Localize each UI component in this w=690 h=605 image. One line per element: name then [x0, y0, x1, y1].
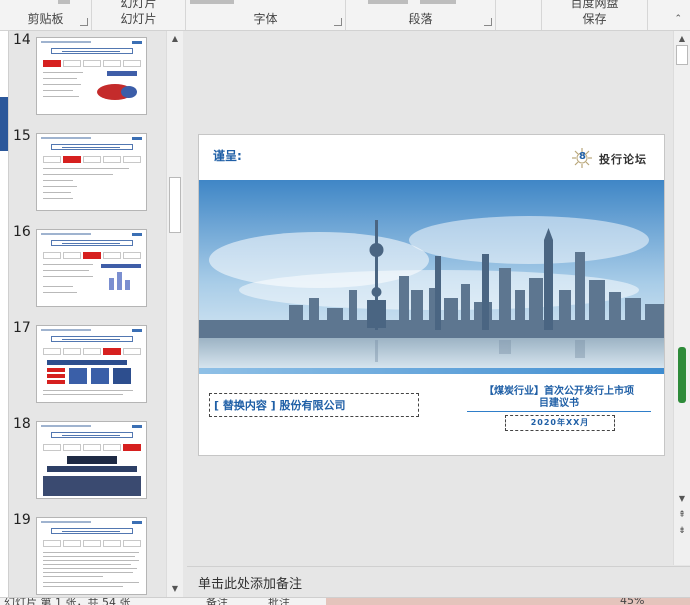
slide-thumbnail-14[interactable]: [36, 37, 147, 115]
banner-accent-stripe: [199, 368, 664, 374]
slide-editor[interactable]: 谨呈: 8 投行论坛 [替换内容] 股份有限公司 【煤炭行业】首次公开发行上…: [187, 31, 673, 565]
slide-thumbnail-15[interactable]: [36, 133, 147, 211]
thumbnail-scrollbar[interactable]: ▲ ▼: [166, 31, 183, 597]
scroll-down-icon[interactable]: ▼: [167, 581, 183, 597]
title-underline: [467, 411, 651, 412]
scroll-down-icon[interactable]: ▼: [674, 491, 690, 507]
city-skyline-image[interactable]: [199, 180, 665, 368]
dialog-launcher-icon[interactable]: [484, 18, 492, 26]
slide-number: 18: [13, 416, 31, 432]
accent-strip: [0, 97, 8, 151]
scrollbar-thumb[interactable]: [676, 45, 688, 65]
ribbon-group-label: 字体: [253, 12, 278, 26]
dialog-launcher-icon[interactable]: [334, 18, 342, 26]
company-name-textbox[interactable]: [ 替换内容 ] 股份有限公司: [209, 393, 419, 417]
brand-logo-text: 投行论坛: [599, 153, 647, 166]
slide-number: 19: [13, 512, 31, 528]
ribbon-group-spacer: [496, 0, 542, 30]
dialog-launcher-icon[interactable]: [80, 18, 88, 26]
slide-thumbnail-18[interactable]: [36, 421, 147, 499]
ribbon-group-labels: 剪贴板 幻灯片 幻灯片 字体 段落 百度网盘 保存 ⌃: [0, 0, 690, 31]
window-left-edge: [0, 31, 9, 605]
slide-thumbnail-16[interactable]: [36, 229, 147, 307]
notes-pane[interactable]: 单击此处添加备注: [187, 566, 690, 597]
project-title-line: 目建议书: [539, 398, 579, 409]
ribbon-group-label: 段落: [408, 12, 433, 26]
ribbon-group-label: 剪贴板: [27, 12, 64, 26]
ribbon-group-label: 保存: [582, 12, 607, 26]
ribbon-group-save[interactable]: 百度网盘 保存: [542, 0, 648, 30]
slide-number: 15: [13, 128, 31, 144]
scroll-up-icon[interactable]: ▲: [167, 31, 183, 47]
previous-slide-icon[interactable]: ⇞: [674, 507, 690, 523]
editor-scrollbar[interactable]: ▲ ▼ ⇞ ⇟: [673, 31, 690, 565]
ribbon-group-slides[interactable]: 幻灯片 幻灯片: [92, 0, 186, 30]
scroll-position-indicator[interactable]: [678, 347, 686, 403]
brand-logo: 8 投行论坛: [571, 145, 657, 171]
date-textbox[interactable]: 2020年XX月: [505, 415, 615, 431]
next-slide-icon[interactable]: ⇟: [674, 523, 690, 539]
project-title-textbox[interactable]: 【煤炭行业】首次公开发行上市项 目建议书: [465, 386, 653, 410]
slide-thumbnail-17[interactable]: [36, 325, 147, 403]
project-title-line: 【煤炭行业】首次公开发行上市项: [484, 386, 634, 397]
ribbon-group-clipboard[interactable]: 剪贴板: [0, 0, 92, 30]
ribbon-group-font[interactable]: 字体: [186, 0, 346, 30]
ribbon-group-label: 幻灯片: [120, 12, 157, 26]
scrollbar-thumb[interactable]: [169, 177, 181, 233]
notes-placeholder[interactable]: 单击此处添加备注: [198, 573, 302, 592]
notes-button[interactable]: 备注: [206, 598, 228, 605]
zoom-level[interactable]: 45%: [620, 598, 644, 605]
powerpoint-window: 剪贴板 幻灯片 幻灯片 字体 段落 百度网盘 保存 ⌃ 14 15 16 17 …: [0, 0, 690, 605]
comments-button[interactable]: 批注: [268, 598, 290, 605]
slide-number: 16: [13, 224, 31, 240]
slide-number: 14: [13, 32, 31, 48]
slide-number: 17: [13, 320, 31, 336]
collapse-ribbon-icon[interactable]: ⌃: [674, 14, 682, 24]
ribbon-group-paragraph[interactable]: 段落: [346, 0, 496, 30]
slide-thumbnail-19[interactable]: [36, 517, 147, 595]
slide-count-text: 幻灯片 第 1 张，共 54 张: [4, 597, 131, 605]
current-slide[interactable]: 谨呈: 8 投行论坛 [替换内容] 股份有限公司 【煤炭行业】首次公开发行上…: [198, 134, 665, 456]
slide-thumbnail-pane[interactable]: 14 15 16 17 18 19: [9, 31, 186, 597]
brand-logo-digit: 8: [579, 151, 586, 162]
greeting-text[interactable]: 谨呈:: [213, 147, 242, 164]
status-bar: 幻灯片 第 1 张，共 54 张 备注 批注 45%: [0, 597, 690, 605]
